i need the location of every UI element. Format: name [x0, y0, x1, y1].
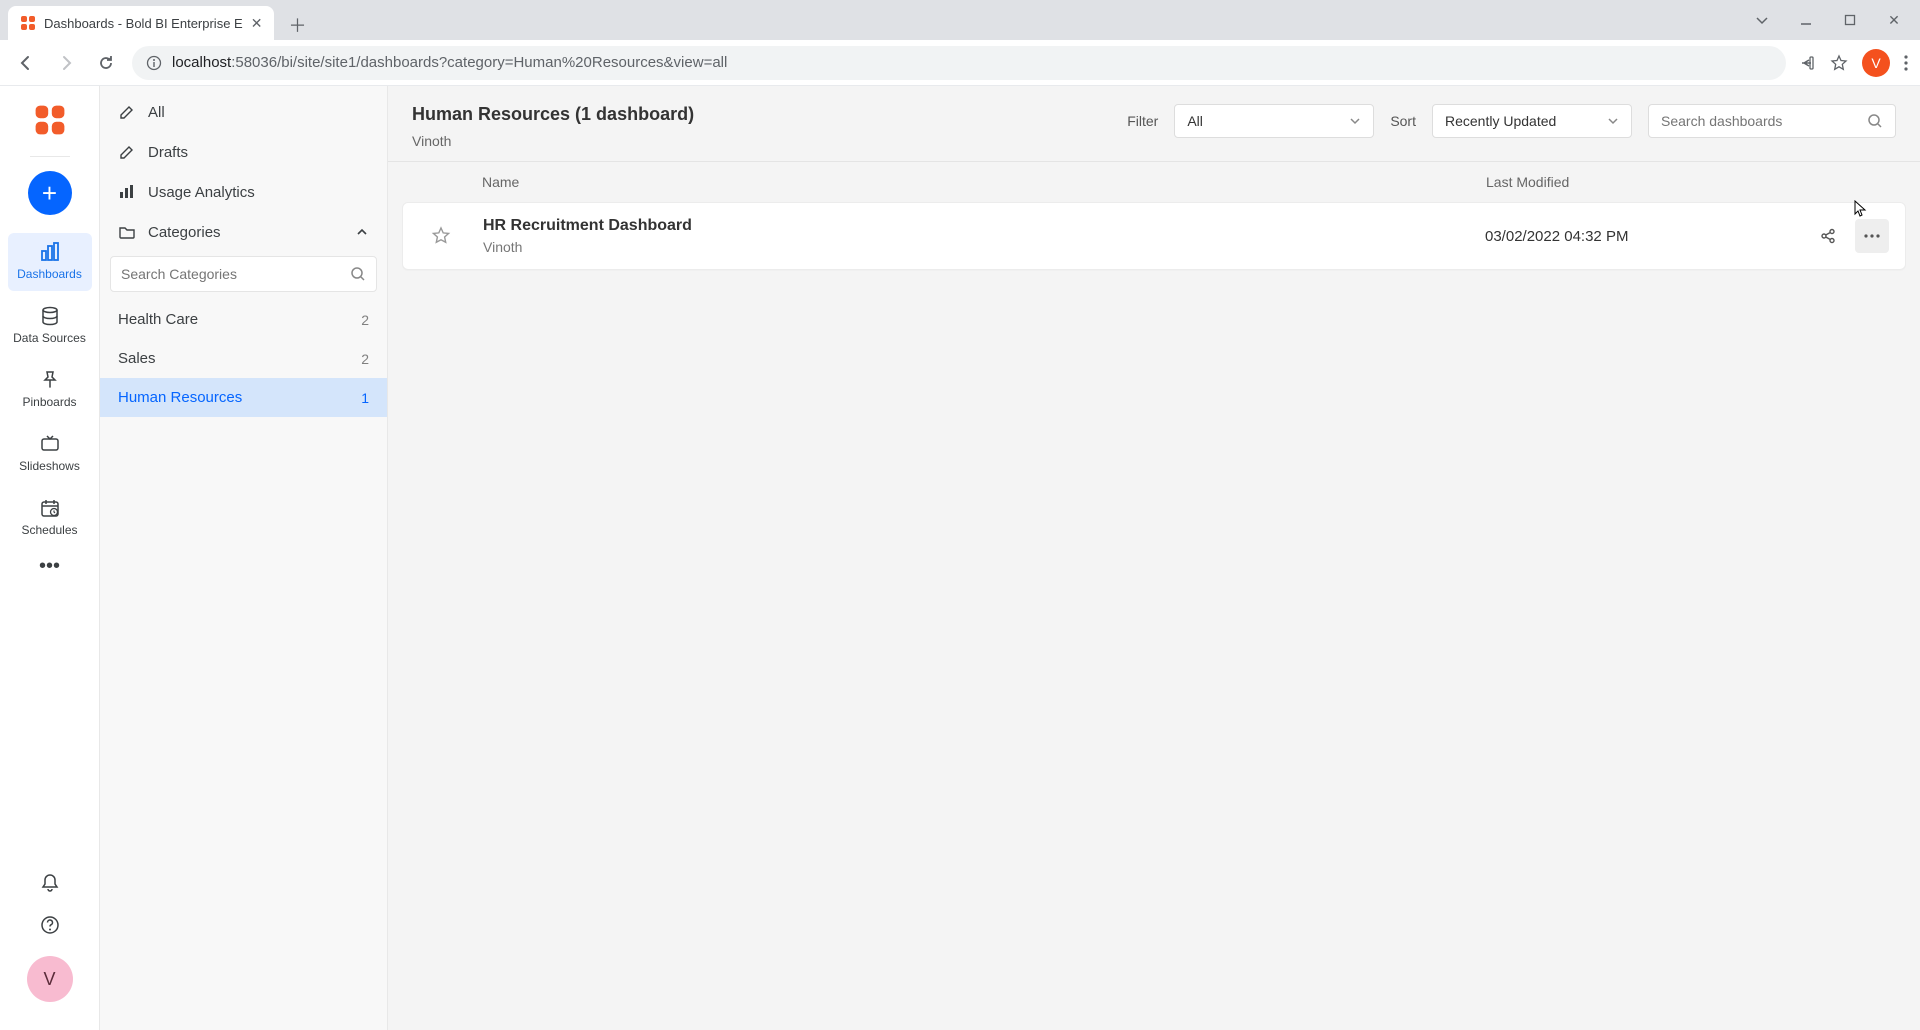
dashboards-icon: [39, 241, 61, 263]
tv-icon: [39, 433, 61, 455]
dashboard-modified: 03/02/2022 04:32 PM: [1485, 228, 1765, 245]
help-icon[interactable]: [39, 914, 61, 936]
sidebar-item-label: All: [148, 104, 165, 121]
rail-item-label: Schedules: [21, 523, 77, 537]
rail-more-icon[interactable]: •••: [39, 555, 60, 578]
share-page-icon[interactable]: [1798, 54, 1816, 72]
favorite-star-icon[interactable]: [413, 226, 469, 246]
category-name: Sales: [118, 350, 156, 367]
sidebar-item-label: Categories: [148, 224, 221, 241]
user-avatar[interactable]: V: [27, 956, 73, 1002]
nav-forward-button[interactable]: [52, 49, 80, 77]
rail-item-datasources[interactable]: Data Sources: [8, 297, 92, 355]
sidebar-item-usage[interactable]: Usage Analytics: [100, 172, 387, 212]
database-icon: [39, 305, 61, 327]
app-root: + Dashboards Data Sources Pinboards Slid…: [0, 86, 1920, 1030]
tab-close-icon[interactable]: ✕: [251, 15, 263, 32]
url-text: localhost:58036/bi/site/site1/dashboards…: [172, 54, 727, 71]
rail-item-label: Dashboards: [17, 267, 82, 281]
pin-icon: [40, 369, 60, 391]
edit-icon: [118, 103, 136, 121]
chevron-up-icon: [355, 225, 369, 239]
dashboard-search-input[interactable]: [1661, 113, 1859, 129]
sort-dropdown[interactable]: Recently Updated: [1432, 104, 1632, 138]
dashboard-search[interactable]: [1648, 104, 1896, 138]
category-item-health-care[interactable]: Health Care 2: [100, 300, 387, 339]
category-search-input[interactable]: [121, 266, 342, 282]
more-options-icon[interactable]: [1855, 219, 1889, 253]
rail-item-label: Data Sources: [13, 331, 86, 345]
browser-tab[interactable]: Dashboards - Bold BI Enterprise E ✕: [8, 6, 274, 40]
new-tab-button[interactable]: ＋: [282, 10, 312, 40]
category-count: 2: [361, 351, 369, 367]
sidebar-item-categories[interactable]: Categories: [100, 212, 387, 252]
draft-icon: [118, 143, 136, 161]
col-name-header[interactable]: Name: [468, 174, 1486, 190]
folder-icon: [118, 223, 136, 241]
rail-item-dashboards[interactable]: Dashboards: [8, 233, 92, 291]
sort-value: Recently Updated: [1445, 113, 1556, 129]
rail-item-schedules[interactable]: Schedules: [8, 489, 92, 547]
rail-divider: [30, 156, 70, 157]
rail-item-label: Slideshows: [19, 459, 80, 473]
main-header: Human Resources (1 dashboard) Vinoth Fil…: [388, 86, 1920, 162]
create-button[interactable]: +: [28, 171, 72, 215]
notifications-icon[interactable]: [39, 872, 61, 894]
category-count: 2: [361, 312, 369, 328]
filter-dropdown[interactable]: All: [1174, 104, 1374, 138]
window-controls: ✕: [1752, 0, 1920, 40]
window-minimize-icon[interactable]: [1796, 14, 1816, 26]
category-item-sales[interactable]: Sales 2: [100, 339, 387, 378]
rail-item-label: Pinboards: [22, 395, 76, 409]
address-bar[interactable]: localhost:58036/bi/site/site1/dashboards…: [132, 46, 1786, 80]
filter-value: All: [1187, 113, 1203, 129]
app-logo[interactable]: [30, 100, 70, 140]
filter-label: Filter: [1127, 113, 1158, 129]
rail-item-slideshows[interactable]: Slideshows: [8, 425, 92, 483]
main-content: Human Resources (1 dashboard) Vinoth Fil…: [388, 86, 1920, 1030]
browser-menu-icon[interactable]: [1904, 54, 1908, 72]
dashboard-row[interactable]: HR Recruitment Dashboard Vinoth 03/02/20…: [402, 202, 1906, 270]
category-item-human-resources[interactable]: Human Resources 1: [100, 378, 387, 417]
sidebar-item-all[interactable]: All: [100, 92, 387, 132]
dashboard-author: Vinoth: [483, 239, 1485, 255]
sidebar-item-label: Usage Analytics: [148, 184, 255, 201]
calendar-icon: [39, 497, 61, 519]
page-subtitle: Vinoth: [412, 133, 694, 149]
tab-title: Dashboards - Bold BI Enterprise E: [44, 16, 243, 31]
sidebar: All Drafts Usage Analytics Categories He…: [100, 86, 388, 1030]
page-title: Human Resources (1 dashboard): [412, 104, 694, 125]
browser-tab-strip: Dashboards - Bold BI Enterprise E ✕ ＋ ✕: [0, 0, 1920, 40]
category-search[interactable]: [110, 256, 377, 292]
window-maximize-icon[interactable]: [1840, 14, 1860, 26]
analytics-icon: [118, 183, 136, 201]
nav-rail: + Dashboards Data Sources Pinboards Slid…: [0, 86, 100, 1030]
sort-label: Sort: [1390, 113, 1416, 129]
category-name: Human Resources: [118, 389, 242, 406]
dashboard-name: HR Recruitment Dashboard: [483, 217, 1485, 235]
chevron-down-icon: [1607, 115, 1619, 127]
browser-toolbar: localhost:58036/bi/site/site1/dashboards…: [0, 40, 1920, 86]
col-modified-header[interactable]: Last Modified: [1486, 174, 1766, 190]
window-close-icon[interactable]: ✕: [1884, 12, 1904, 29]
site-info-icon: [146, 55, 162, 71]
tabs-menu-icon[interactable]: [1752, 13, 1772, 27]
search-icon: [1867, 113, 1883, 129]
tab-favicon: [20, 15, 36, 31]
category-name: Health Care: [118, 311, 198, 328]
chevron-down-icon: [1349, 115, 1361, 127]
share-icon[interactable]: [1811, 219, 1845, 253]
table-header: Name Last Modified: [388, 162, 1920, 202]
nav-reload-button[interactable]: [92, 49, 120, 77]
category-count: 1: [361, 390, 369, 406]
nav-back-button[interactable]: [12, 49, 40, 77]
bookmark-star-icon[interactable]: [1830, 54, 1848, 72]
rail-item-pinboards[interactable]: Pinboards: [8, 361, 92, 419]
sidebar-item-label: Drafts: [148, 144, 188, 161]
search-icon: [350, 266, 366, 282]
profile-avatar[interactable]: V: [1862, 49, 1890, 77]
sidebar-item-drafts[interactable]: Drafts: [100, 132, 387, 172]
